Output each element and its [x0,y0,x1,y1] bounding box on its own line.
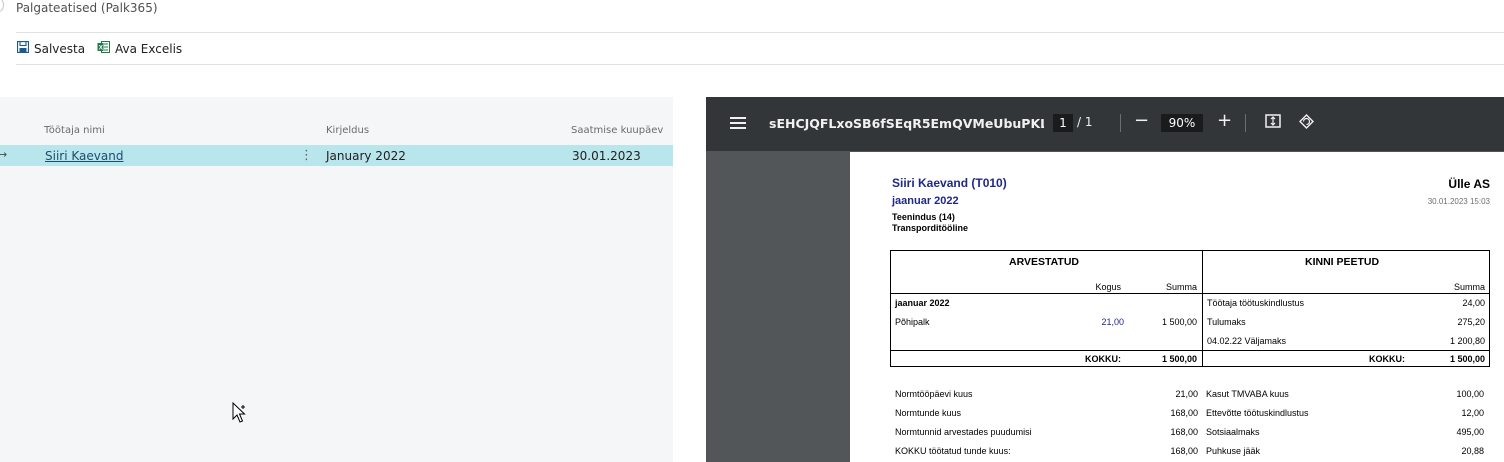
payslip-company: Ülle AS [1448,177,1490,191]
footer-label: Normtunnid arvestades puudumisi [895,427,1032,437]
footer-value: 168,00 [1170,408,1198,418]
payslip-generated-time: 30.01.2023 15:03 [1427,197,1490,206]
footer-label: Kasut TMVABA kuus [1206,389,1289,399]
save-label: Salvesta [34,41,86,56]
save-button[interactable]: Salvesta [16,40,86,56]
earning-qty: 21,00 [1101,317,1124,327]
page-title: Palgateatised (Palk365) [16,1,158,15]
footer-value: 12,00 [1461,408,1484,418]
deduction-name: Tulumaks [1207,317,1246,327]
row-indicator-arrow-icon: → [0,148,8,161]
rotate-icon[interactable] [1298,113,1315,134]
footer-value: 21,00 [1175,389,1198,399]
footer-label: Puhkuse jääk [1206,446,1261,456]
payslip-period: jaanuar 2022 [892,195,959,207]
footer-value: 168,00 [1170,427,1198,437]
column-sum: Summa [1165,282,1197,292]
column-sum-right: Summa [1453,282,1485,292]
total-right: 1 500,00 [1449,354,1485,364]
zoom-in-icon[interactable]: + [1217,110,1232,131]
divider [16,64,1504,65]
earnings-heading: ARVESTATUD [1009,256,1080,268]
earning-name: Põhipalk [895,317,930,327]
total-label-left: KOKKU: [1085,354,1121,364]
row-menu-icon[interactable]: ⋮ [300,148,313,163]
footer-value: 100,00 [1456,389,1484,399]
deduction-sum: 275,20 [1457,317,1485,327]
footer-value: 20,88 [1461,446,1484,456]
save-icon [16,40,30,56]
payslips-page: Palgateatised (Palk365) Salvesta X Ava E… [0,0,1504,462]
deduction-name: 04.02.22 Väljamaks [1207,336,1287,346]
footer-value: 495,00 [1456,427,1484,437]
payslip-position: Transporditööline [892,223,969,233]
employee-name-link[interactable]: Siiri Kaevand [45,149,123,163]
toolbar-separator [1120,114,1121,132]
zoom-out-icon[interactable]: − [1134,110,1149,131]
excel-label: Ava Excelis [115,41,183,56]
table-row[interactable]: → Siiri Kaevand ⋮ January 2022 30.01.202… [0,145,673,166]
footer-label: Sotsiaalmaks [1206,427,1260,437]
divider [16,32,1504,33]
footer-label: Ettevõtte töötuskindlustus [1206,408,1309,418]
column-header-date[interactable]: Saatmise kuupäev [571,125,663,136]
pdf-viewer: sEHCJQFLxoSB6fSEqR5EmQVMeUbuPKLc3... 1 /… [706,97,1504,462]
page-total: / 1 [1077,115,1093,129]
row-description: January 2022 [326,149,406,163]
deduction-sum: 24,00 [1462,298,1485,308]
svg-text:X: X [99,45,104,52]
footer-label: KOKKU töötatud tunde kuus: [895,446,1011,456]
payslip-department: Teenindus (14) [892,212,955,222]
payslip-list: Töötaja nimi Kirjeldus Saatmise kuupäev … [0,97,673,462]
pdf-toolbar: sEHCJQFLxoSB6fSEqR5EmQVMeUbuPKLc3... 1 /… [706,97,1504,151]
excel-icon: X [97,41,110,56]
menu-icon[interactable] [730,115,746,134]
footer-label: Normtunde kuus [895,408,962,418]
toolbar-separator [1245,114,1246,132]
fit-to-page-icon[interactable] [1265,113,1281,133]
deduction-sum: 1 200,80 [1449,336,1485,346]
deduction-name: Töötaja töötuskindlustus [1207,298,1305,308]
open-in-excel-button[interactable]: X Ava Excelis [97,41,182,56]
total-left: 1 500,00 [1161,354,1197,364]
footer-value: 168,00 [1170,446,1198,456]
total-label-right: KOKKU: [1369,354,1405,364]
back-icon[interactable] [0,0,4,12]
footer-label: Normtööpäevi kuus [895,389,973,399]
page-number-input[interactable]: 1 [1053,114,1073,132]
pdf-filename: sEHCJQFLxoSB6fSEqR5EmQVMeUbuPKLc3... [769,116,1044,131]
mouse-cursor-icon [232,401,250,430]
column-header-description[interactable]: Kirjeldus [326,125,369,136]
row-date: 30.01.2023 [572,149,641,163]
pdf-page: Siiri Kaevand (T010) jaanuar 2022 Teenin… [850,152,1504,462]
period-row-label: jaanuar 2022 [895,298,950,308]
payslip-employee: Siiri Kaevand (T010) [892,176,1007,190]
earning-sum: 1 500,00 [1161,317,1197,327]
zoom-level-input[interactable]: 90% [1161,114,1203,132]
column-header-name[interactable]: Töötaja nimi [44,125,105,136]
deductions-heading: KINNI PEETUD [1305,256,1380,268]
payslip-table: ARVESTATUD KINNI PEETUD Kogus Summa Summ… [890,250,1490,367]
column-qty: Kogus [1095,282,1121,292]
